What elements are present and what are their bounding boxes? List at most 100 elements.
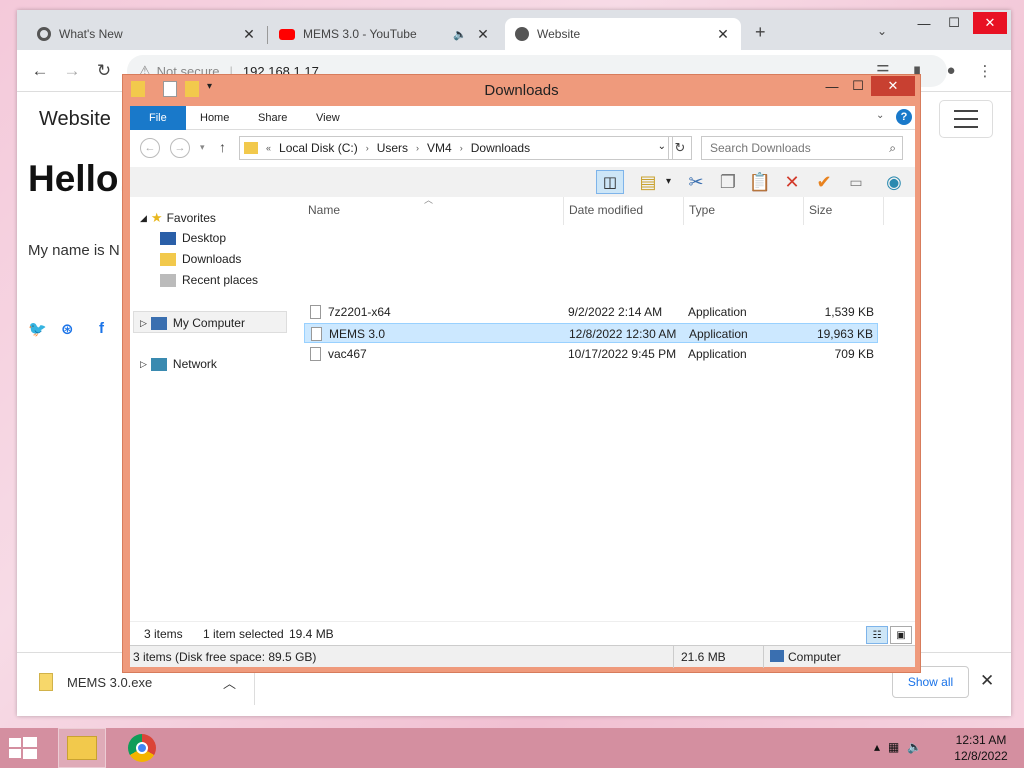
back-arrow-icon[interactable]: ← [29,60,51,82]
menu-kebab-icon[interactable]: ⋮ [975,62,995,80]
nav-favorites[interactable]: ◢ ★ Favorites [140,210,216,226]
dropdown-icon[interactable]: ▾ [666,176,671,187]
taskbar-file-explorer[interactable] [58,728,106,768]
search-input[interactable]: Search Downloads ⌕ [701,136,903,160]
new-folder-icon[interactable] [185,81,199,97]
hamburger-menu-button[interactable] [939,100,993,138]
globe-icon[interactable]: ◉ [880,170,908,194]
refresh-icon[interactable]: ↻ [668,136,692,160]
rename-icon[interactable]: ▭ [842,170,870,194]
site-brand[interactable]: Website [39,108,111,131]
file-date: 9/2/2022 2:14 AM [568,305,663,319]
location-label: Computer [788,650,841,664]
tab-share[interactable]: Share [244,106,301,130]
tab-search-icon[interactable]: ⌄ [877,24,887,38]
tab-home[interactable]: Home [186,106,243,130]
close-icon[interactable]: ✕ [980,671,994,691]
large-icons-view-icon[interactable]: ▣ [890,626,912,644]
new-tab-button[interactable]: + [755,22,766,43]
nav-item-recent-places[interactable]: Recent places [160,273,258,287]
recent-dropdown-icon[interactable]: ▾ [200,142,205,153]
volume-icon[interactable]: 🔈 [907,740,930,754]
copy-icon[interactable]: ❐ [714,170,742,194]
chevron-up-icon[interactable]: ︿ [223,673,236,692]
tab-file[interactable]: File [130,106,186,130]
computer-icon [770,650,784,662]
breadcrumb-item[interactable]: VM4 [427,141,452,155]
taskbar-chrome[interactable] [118,728,166,768]
expand-arrow-icon[interactable]: ▷ [140,318,147,329]
paste-icon[interactable]: 📋 [746,170,774,194]
download-filename[interactable]: MEMS 3.0.exe [67,675,152,690]
list-item[interactable]: MEMS 3.0 12/8/2022 12:30 AM Application … [304,323,878,343]
file-icon [39,673,53,691]
forward-arrow-icon[interactable]: → [170,138,190,158]
windows-start-icon[interactable] [8,736,38,760]
dropdown-icon[interactable]: ▾ [207,81,212,92]
nav-item-downloads[interactable]: Downloads [160,252,241,266]
tab-title: MEMS 3.0 - YouTube [303,27,417,41]
maximize-button[interactable]: ☐ [845,76,871,96]
close-icon[interactable]: ✕ [241,26,257,43]
close-window-button[interactable]: ✕ [973,12,1007,34]
breadcrumb-item[interactable]: Downloads [471,141,530,155]
star-icon: ★ [150,210,163,225]
file-size: 19,963 KB [816,327,873,341]
column-header-size[interactable]: Size [809,203,832,217]
nav-label: My Computer [172,316,245,330]
speaker-icon[interactable]: 🔈 [453,28,467,41]
clock-time: 12:31 AM [955,733,1007,747]
folder-options-icon[interactable]: ▤ [634,170,662,194]
profile-avatar-icon[interactable]: ● [941,62,961,79]
breadcrumb-item[interactable]: Local Disk (C:) [279,141,358,155]
nav-my-computer[interactable]: ▷ My Computer [133,311,287,333]
clock[interactable]: 12:31 AM 12/8/2022 [944,732,1018,764]
tab-youtube[interactable]: MEMS 3.0 - YouTube 🔈 ✕ [269,18,501,50]
dribbble-icon[interactable]: ⊛ [61,320,74,338]
delete-icon[interactable]: ✕ [778,170,806,194]
list-item[interactable]: vac467 10/17/2022 9:45 PM Application 70… [304,344,878,364]
preview-pane-icon[interactable]: ◫ [596,170,624,194]
expand-ribbon-icon[interactable]: ⌄ [876,110,884,121]
nav-network[interactable]: ▷ Network [140,357,217,371]
breadcrumb[interactable]: « Local Disk (C:) › Users › VM4 › Downlo… [239,136,673,160]
network-icon[interactable]: ▦ [888,740,907,754]
close-window-button[interactable]: ✕ [871,76,915,96]
reload-icon[interactable]: ↻ [93,60,115,82]
details-view-icon[interactable]: ☷ [866,626,888,644]
explorer-titlebar[interactable]: Downloads ▾ — ☐ ✕ [123,75,920,103]
back-arrow-icon[interactable]: ← [140,138,160,158]
maximize-button[interactable]: ☐ [937,12,971,34]
column-header-type[interactable]: Type [689,203,715,217]
up-arrow-icon[interactable]: ↑ [219,139,226,155]
tab-view[interactable]: View [302,106,354,130]
facebook-icon[interactable]: f [99,320,104,337]
downloads-folder-icon [160,252,176,266]
minimize-button[interactable]: — [907,12,941,34]
help-icon[interactable]: ? [896,109,912,125]
checkmark-icon[interactable]: ✔ [810,170,838,194]
chevron-down-icon[interactable]: ⌄ [658,141,666,152]
tray-expand-icon[interactable]: ▴ [874,740,888,754]
forward-arrow-icon[interactable]: → [61,60,83,82]
properties-icon[interactable] [163,81,177,97]
file-name: vac467 [328,347,367,361]
tab-website[interactable]: Website ✕ [505,18,741,50]
cut-icon[interactable]: ✂ [682,170,710,194]
list-item[interactable]: 7z2201-x64 9/2/2022 2:14 AM Application … [304,302,878,322]
column-header-date[interactable]: Date modified [569,203,643,217]
expand-arrow-icon[interactable]: ◢ [140,213,147,224]
tab-title: What's New [59,27,123,41]
breadcrumb-item[interactable]: Users [377,141,408,155]
column-header-name[interactable]: Name [308,203,340,217]
close-icon[interactable]: ✕ [715,26,731,43]
system-tray[interactable]: ▴▦🔈 [874,740,930,754]
tab-whats-new[interactable]: What's New ✕ [27,18,267,50]
close-icon[interactable]: ✕ [475,26,491,43]
nav-item-desktop[interactable]: Desktop [160,231,226,245]
file-name: 7z2201-x64 [328,305,391,319]
chrome-icon [128,734,156,762]
expand-arrow-icon[interactable]: ▷ [140,359,147,370]
twitter-icon[interactable]: 🐦 [28,320,47,338]
minimize-button[interactable]: — [819,76,845,96]
